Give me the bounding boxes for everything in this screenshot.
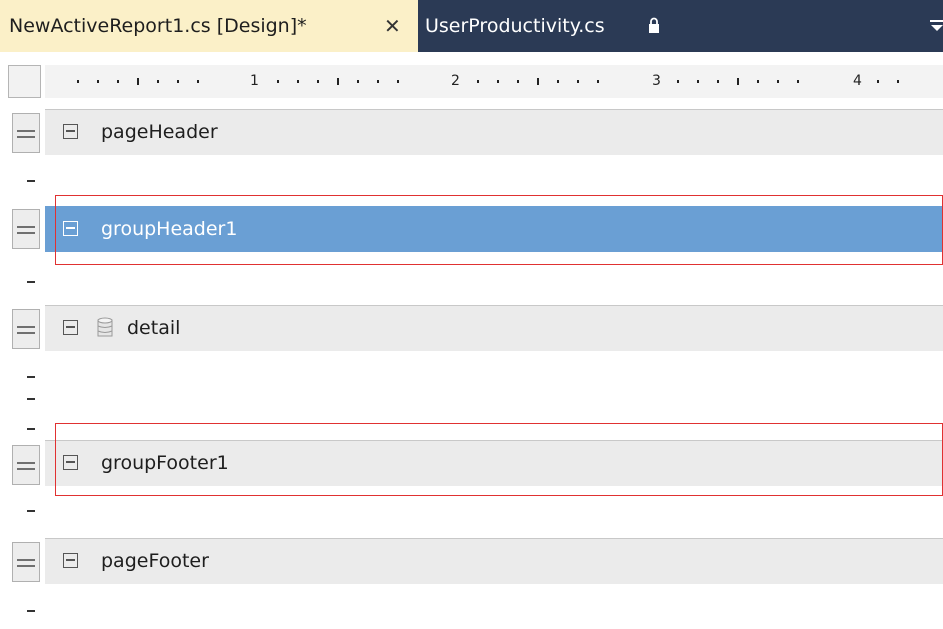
collapse-icon[interactable]	[63, 124, 78, 139]
close-icon[interactable]: ✕	[384, 14, 401, 38]
highlight-box-groupfooter1	[55, 423, 943, 496]
ruler-mark-4: 4	[853, 73, 862, 89]
database-icon	[97, 317, 113, 337]
band-pageheader[interactable]: pageHeader	[45, 109, 943, 155]
ruler-mark-2: 2	[451, 73, 460, 89]
ruler-mark-3: 3	[652, 73, 661, 89]
collapse-icon[interactable]	[63, 553, 78, 568]
tab-label: NewActiveReport1.cs [Design]*	[9, 15, 307, 37]
band-resize-handle[interactable]	[12, 445, 40, 485]
band-label: detail	[127, 317, 181, 339]
tab-dropdown-icon[interactable]	[930, 20, 943, 32]
band-pagefooter[interactable]: pageFooter	[45, 538, 943, 584]
tab-userproductivity[interactable]: UserProductivity.cs	[418, 0, 898, 52]
band-resize-handle[interactable]	[12, 113, 40, 153]
document-tab-bar: NewActiveReport1.cs [Design]* ✕ UserProd…	[0, 0, 943, 52]
collapse-icon[interactable]	[63, 320, 78, 335]
tab-label: UserProductivity.cs	[425, 15, 605, 37]
section-height-marker[interactable]	[27, 376, 35, 378]
ruler-mark-1: 1	[250, 73, 259, 89]
ruler-ticks	[77, 78, 899, 85]
band-label: pageHeader	[101, 121, 218, 143]
highlight-box-groupheader1	[55, 195, 943, 265]
section-height-marker[interactable]	[27, 428, 35, 430]
band-resize-handle[interactable]	[12, 542, 40, 582]
horizontal-ruler: 1 2 3 4	[45, 65, 943, 98]
band-resize-handle[interactable]	[12, 309, 40, 349]
band-label: pageFooter	[101, 550, 209, 572]
tab-newactivereport1[interactable]: NewActiveReport1.cs [Design]* ✕	[0, 0, 418, 52]
band-detail[interactable]: detail	[45, 305, 943, 351]
band-resize-handle[interactable]	[12, 209, 40, 249]
section-height-marker[interactable]	[27, 610, 35, 612]
ruler-corner	[8, 65, 41, 98]
section-height-marker[interactable]	[27, 510, 35, 512]
lock-icon	[649, 17, 659, 33]
section-height-marker[interactable]	[27, 398, 35, 400]
section-height-marker[interactable]	[27, 180, 35, 182]
section-height-marker[interactable]	[27, 281, 35, 283]
